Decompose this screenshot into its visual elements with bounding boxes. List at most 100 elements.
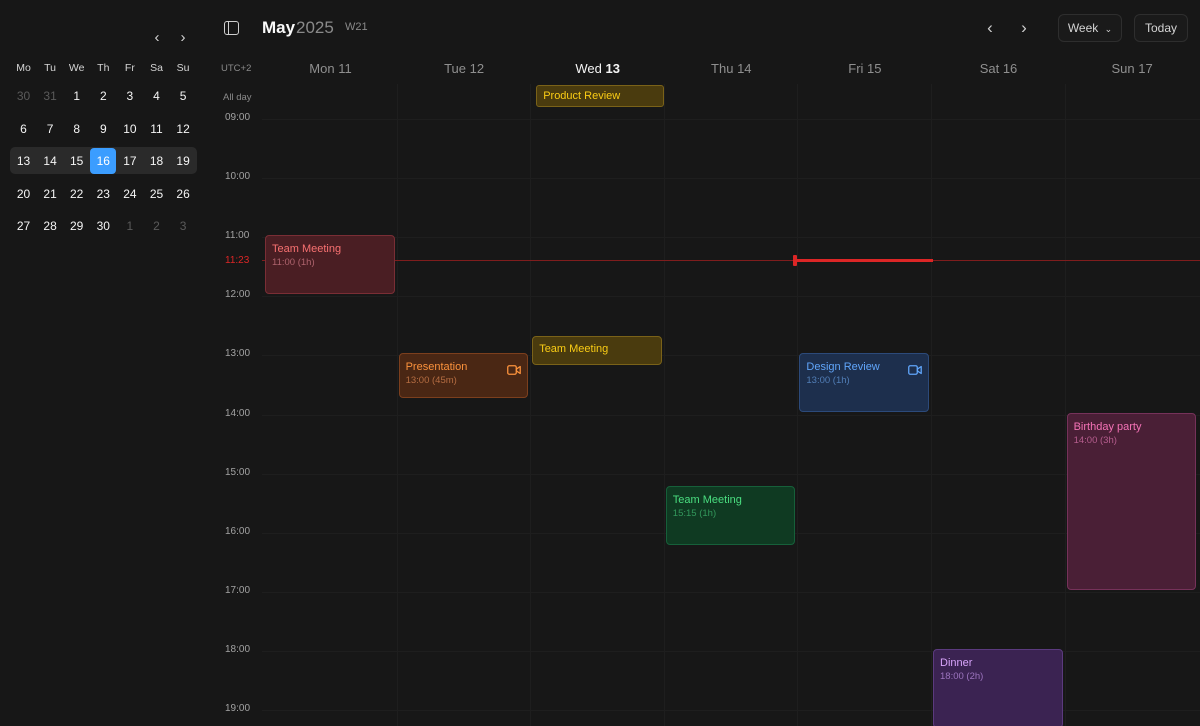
mini-weekday-label: Fr [124,62,135,74]
day-header-name: Sat [979,61,1000,76]
event-time: 14:00 (3h) [1073,434,1117,446]
hour-gridline [262,414,1200,416]
mini-calendar-day[interactable]: 10 [117,116,143,142]
day-header-name: Thu [711,61,734,76]
event-time: 13:00 (1h) [806,375,850,387]
day-header-name: Tue [444,61,466,76]
event-title: Team Meeting [539,342,609,355]
day-header-number: 13 [605,61,620,76]
event-title: Presentation [405,361,468,374]
mini-calendar-day[interactable]: 30 [11,83,37,109]
mini-calendar-day[interactable]: 6 [11,116,37,142]
hour-label: 18:00 [225,643,251,655]
day-header-number: 17 [1138,61,1153,76]
mini-calendar-day[interactable]: 4 [144,83,170,109]
mini-calendar-day[interactable]: 17 [117,148,143,174]
mini-calendar-day[interactable]: 19 [170,148,196,174]
day-header[interactable]: Sun 17 [1066,61,1199,76]
mini-calendar-day[interactable]: 30 [90,213,116,239]
day-header[interactable]: Mon 11 [264,61,397,76]
event-title: Dinner [940,656,973,669]
sidebar-toggle-icon[interactable] [224,21,239,35]
calendar-event[interactable]: Team Meeting 11:00 (1h) [265,235,395,295]
calendar-event[interactable]: Dinner 18:00 (2h) [933,648,1063,726]
view-select-button[interactable]: Week ⌄ [1058,14,1122,42]
hour-label: 14:00 [225,407,251,419]
hour-label: 10:00 [225,171,251,183]
header-month: May [262,18,296,37]
mini-prev-month-button[interactable]: ‹ [149,29,165,47]
mini-weekday-label: Su [176,62,190,74]
mini-calendar-day[interactable]: 18 [144,148,170,174]
calendar-event[interactable]: Team Meeting [532,335,662,366]
mini-calendar-day[interactable]: 16 [90,148,117,174]
day-column-divider [663,84,665,726]
mini-calendar-day[interactable]: 1 [117,213,143,239]
mini-calendar-day[interactable]: 1 [64,83,90,109]
mini-calendar-day[interactable]: 2 [144,213,170,239]
mini-calendar-day[interactable]: 3 [170,213,196,239]
day-header-number: 16 [1002,61,1018,76]
event-title: Design Review [806,361,880,374]
day-header[interactable]: Tue 12 [398,61,531,76]
next-week-button[interactable]: › [1013,17,1035,39]
prev-week-button[interactable]: ‹ [979,17,1001,39]
day-header-number: 14 [737,61,752,76]
day-header[interactable]: Thu 14 [665,61,798,76]
mini-calendar-day[interactable]: 26 [170,181,196,207]
day-column-divider [931,84,932,726]
hour-label: 17:00 [225,584,251,596]
calendar-event[interactable]: Team Meeting 15:15 (1h) [665,486,796,546]
mini-calendar-day[interactable]: 23 [90,181,116,207]
event-title: Team Meeting [672,494,742,507]
mini-calendar-day[interactable]: 2 [90,83,116,109]
mini-calendar-day[interactable]: 24 [117,181,143,207]
event-title: Birthday party [1073,420,1142,433]
event-time: 15:15 (1h) [672,508,717,520]
hour-label: 15:00 [225,466,251,478]
calendar-event[interactable]: Birthday party 14:00 (3h) [1066,412,1197,590]
current-time-line-today [795,259,933,262]
day-header[interactable]: Sat 16 [932,61,1065,76]
day-header[interactable]: Fri 15 [798,61,931,76]
day-header[interactable]: Wed 13 [531,61,664,76]
day-header-name: Wed [575,61,602,76]
day-column-divider [1064,84,1066,726]
day-header-name: Sun [1111,61,1135,76]
mini-calendar-day[interactable]: 29 [64,213,90,239]
chevron-down-icon: ⌄ [1104,24,1113,34]
hour-gridline [262,296,1200,298]
today-button[interactable]: Today [1134,14,1188,42]
hour-gridline [262,237,1200,239]
calendar-event[interactable]: Presentation 13:00 (45m) [398,353,529,398]
mini-calendar-day[interactable]: 12 [170,116,196,142]
mini-calendar-day[interactable]: 27 [11,213,37,239]
mini-calendar-day[interactable]: 5 [170,83,196,109]
mini-calendar-day[interactable]: 13 [11,148,37,174]
mini-calendar-day[interactable]: 8 [64,116,90,142]
calendar-event[interactable]: Design Review 13:00 (1h) [799,353,929,413]
mini-calendar-day[interactable]: 7 [37,116,63,142]
mini-calendar-day[interactable]: 31 [37,83,63,109]
hour-label: 13:00 [225,348,251,360]
current-time-marker [793,255,797,266]
mini-calendar-day[interactable]: 14 [37,148,63,174]
header-year: 2025 [296,18,334,37]
hour-label: 09:00 [225,112,251,123]
mini-calendar-day[interactable]: 20 [11,181,37,207]
mini-calendar-day[interactable]: 28 [37,213,63,239]
mini-next-month-button[interactable]: › [175,29,191,47]
mini-calendar-day[interactable]: 22 [64,181,90,207]
mini-calendar-day[interactable]: 9 [90,116,116,142]
mini-weekday-label: Th [97,62,110,74]
event-time: 11:00 (1h) [272,257,315,269]
mini-calendar-day[interactable]: 11 [144,116,170,142]
mini-calendar-day[interactable]: 15 [64,148,90,174]
mini-calendar-day[interactable]: 21 [37,181,63,207]
hour-gridline [262,119,1200,120]
mini-calendar-day[interactable]: 25 [144,181,170,207]
video-camera-icon [908,362,922,376]
all-day-event[interactable]: Product Review [536,85,664,107]
mini-calendar: ‹ › Mo Tu We Th Fr Sa Su 30 31 1 2 3 4 5 6 7 8 9 10 11 12 13… [0,0,210,726]
mini-calendar-day[interactable]: 3 [117,83,143,109]
